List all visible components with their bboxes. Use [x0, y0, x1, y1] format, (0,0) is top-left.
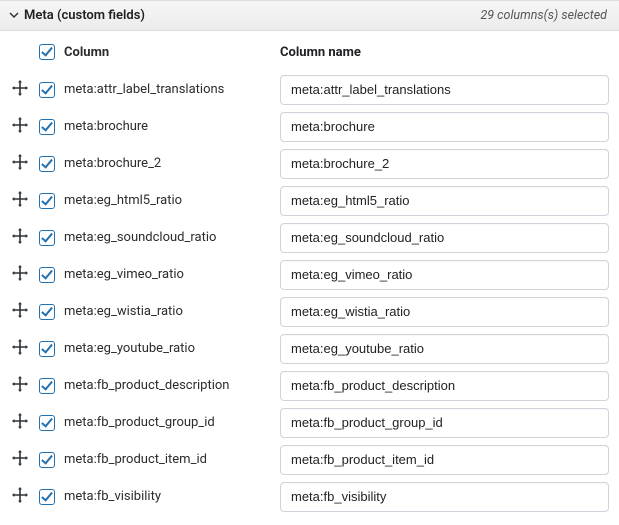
drag-handle[interactable]: [10, 413, 30, 433]
column-name-input[interactable]: [280, 186, 609, 216]
row-checkbox[interactable]: [39, 82, 55, 98]
column-name-input[interactable]: [280, 408, 609, 438]
column-name-input[interactable]: [280, 75, 609, 105]
panel-header-left: Meta (custom fields): [8, 8, 145, 23]
row-checkbox[interactable]: [39, 267, 55, 283]
move-icon: [12, 302, 28, 322]
column-row-9: meta:fb_product_group_id: [10, 404, 609, 441]
row-checkbox[interactable]: [39, 489, 55, 505]
column-row-10: meta:fb_product_item_id: [10, 441, 609, 478]
panel-header[interactable]: Meta (custom fields) 29 columns(s) selec…: [0, 0, 619, 31]
column-label: meta:attr_label_translations: [64, 82, 274, 97]
move-icon: [12, 450, 28, 470]
move-icon: [12, 191, 28, 211]
column-name-input[interactable]: [280, 112, 609, 142]
row-checkbox[interactable]: [39, 119, 55, 135]
column-row-8: meta:fb_product_description: [10, 367, 609, 404]
row-checkbox[interactable]: [39, 452, 55, 468]
row-checkbox[interactable]: [39, 341, 55, 357]
move-icon: [12, 376, 28, 396]
move-icon: [12, 413, 28, 433]
collapse-caret-icon: [8, 10, 20, 22]
drag-handle[interactable]: [10, 154, 30, 174]
column-label: meta:eg_youtube_ratio: [64, 341, 274, 356]
select-all-checkbox[interactable]: [39, 44, 55, 60]
column-label: meta:eg_html5_ratio: [64, 193, 274, 208]
drag-handle[interactable]: [10, 339, 30, 359]
drag-handle[interactable]: [10, 376, 30, 396]
column-row-6: meta:eg_wistia_ratio: [10, 293, 609, 330]
column-label: meta:brochure: [64, 119, 274, 134]
column-row-0: meta:attr_label_translations: [10, 71, 609, 108]
column-row-7: meta:eg_youtube_ratio: [10, 330, 609, 367]
column-name-input[interactable]: [280, 371, 609, 401]
column-row-1: meta:brochure: [10, 108, 609, 145]
column-name-input[interactable]: [280, 149, 609, 179]
drag-handle[interactable]: [10, 117, 30, 137]
drag-handle[interactable]: [10, 191, 30, 211]
column-label: meta:fb_product_item_id: [64, 452, 274, 467]
column-name-input[interactable]: [280, 223, 609, 253]
drag-handle[interactable]: [10, 487, 30, 507]
column-name-input[interactable]: [280, 482, 609, 512]
panel-body: Column Column name meta:attr_label_trans…: [0, 31, 619, 525]
panel-title: Meta (custom fields): [24, 8, 145, 23]
move-icon: [12, 339, 28, 359]
row-checkbox[interactable]: [39, 230, 55, 246]
header-column-name-label: Column name: [280, 45, 609, 60]
columns-header-row: Column Column name: [10, 35, 609, 71]
move-icon: [12, 265, 28, 285]
row-checkbox[interactable]: [39, 304, 55, 320]
column-name-input[interactable]: [280, 334, 609, 364]
move-icon: [12, 487, 28, 507]
column-label: meta:fb_product_group_id: [64, 415, 274, 430]
selected-columns-summary: 29 columns(s) selected: [480, 8, 607, 23]
column-label: meta:fb_product_description: [64, 378, 274, 393]
header-column-label: Column: [64, 45, 274, 60]
column-label: meta:fb_visibility: [64, 489, 274, 504]
drag-handle[interactable]: [10, 265, 30, 285]
drag-handle[interactable]: [10, 228, 30, 248]
move-icon: [12, 117, 28, 137]
row-checkbox[interactable]: [39, 193, 55, 209]
move-icon: [12, 80, 28, 100]
column-row-4: meta:eg_soundcloud_ratio: [10, 219, 609, 256]
column-row-3: meta:eg_html5_ratio: [10, 182, 609, 219]
drag-handle[interactable]: [10, 80, 30, 100]
drag-handle[interactable]: [10, 450, 30, 470]
column-name-input[interactable]: [280, 445, 609, 475]
meta-custom-fields-panel: Meta (custom fields) 29 columns(s) selec…: [0, 0, 619, 525]
column-label: meta:brochure_2: [64, 156, 274, 171]
row-checkbox[interactable]: [39, 378, 55, 394]
row-checkbox[interactable]: [39, 415, 55, 431]
column-name-input[interactable]: [280, 260, 609, 290]
column-row-2: meta:brochure_2: [10, 145, 609, 182]
move-icon: [12, 228, 28, 248]
row-checkbox[interactable]: [39, 156, 55, 172]
column-label: meta:eg_wistia_ratio: [64, 304, 274, 319]
column-row-11: meta:fb_visibility: [10, 478, 609, 515]
column-name-input[interactable]: [280, 297, 609, 327]
move-icon: [12, 154, 28, 174]
drag-handle[interactable]: [10, 302, 30, 322]
column-label: meta:eg_soundcloud_ratio: [64, 230, 274, 245]
column-label: meta:eg_vimeo_ratio: [64, 267, 274, 282]
column-row-5: meta:eg_vimeo_ratio: [10, 256, 609, 293]
